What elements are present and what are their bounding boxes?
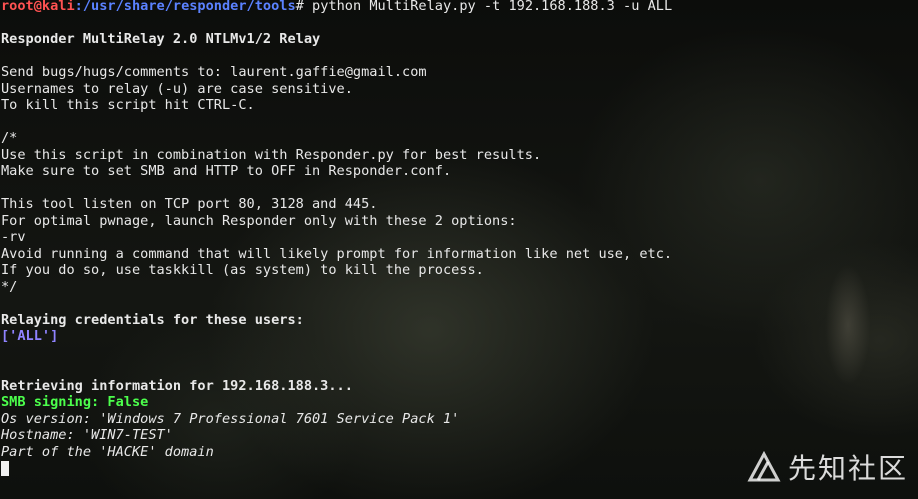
banner-title: Responder MultiRelay 2.0 NTLMv1/2 Relay (1, 31, 321, 47)
output-relaying: Relaying credentials for these users: (1, 311, 304, 328)
prompt-symbol: # (295, 0, 304, 14)
output-comment-close: */ (1, 278, 18, 295)
output-make-sure: Make sure to set SMB and HTTP to OFF in … (1, 163, 452, 179)
output-retrieving: Retrieving information for 192.168.188.3… (1, 377, 353, 394)
output-bugs: Send bugs/hugs/comments to: laurent.gaff… (1, 64, 427, 80)
terminal-window[interactable]: root@kali:/usr/share/responder/tools# py… (1, 0, 918, 499)
output-rv: -rv (1, 229, 26, 245)
output-use-script: Use this script in combination with Resp… (1, 146, 542, 163)
prompt-path: :/usr/share/responder/tools (74, 0, 296, 14)
terminal-cursor (1, 460, 9, 476)
watermark-text: 先知社区 (787, 452, 908, 485)
output-users-list: ['ALL'] (1, 328, 59, 344)
watermark: 先知社区 (746, 447, 908, 487)
xianzhi-logo-icon (747, 450, 781, 482)
output-listen: This tool listen on TCP port 80, 3128 an… (1, 196, 378, 212)
output-hostname: Hostname: 'WIN7-TEST' (1, 427, 173, 443)
output-smb-signing: SMB signing: False (1, 394, 149, 410)
prompt-user-host: root@kali (1, 0, 75, 14)
output-comment-open: /* (1, 130, 18, 146)
prompt-command: python MultiRelay.py -t 192.168.188.3 -u… (303, 0, 673, 14)
output-os-version: Os version: 'Windows 7 Professional 7601… (1, 410, 460, 427)
output-avoid: Avoid running a command that will likely… (1, 245, 673, 262)
output-kill: To kill this script hit CTRL-C. (1, 97, 255, 113)
output-if-you: If you do so, use taskkill (as system) t… (1, 262, 484, 278)
output-optimal: For optimal pwnage, launch Responder onl… (1, 212, 517, 229)
output-usernames: Usernames to relay (-u) are case sensiti… (1, 80, 353, 97)
command-prompt-line: root@kali:/usr/share/responder/tools# py… (1, 0, 918, 15)
